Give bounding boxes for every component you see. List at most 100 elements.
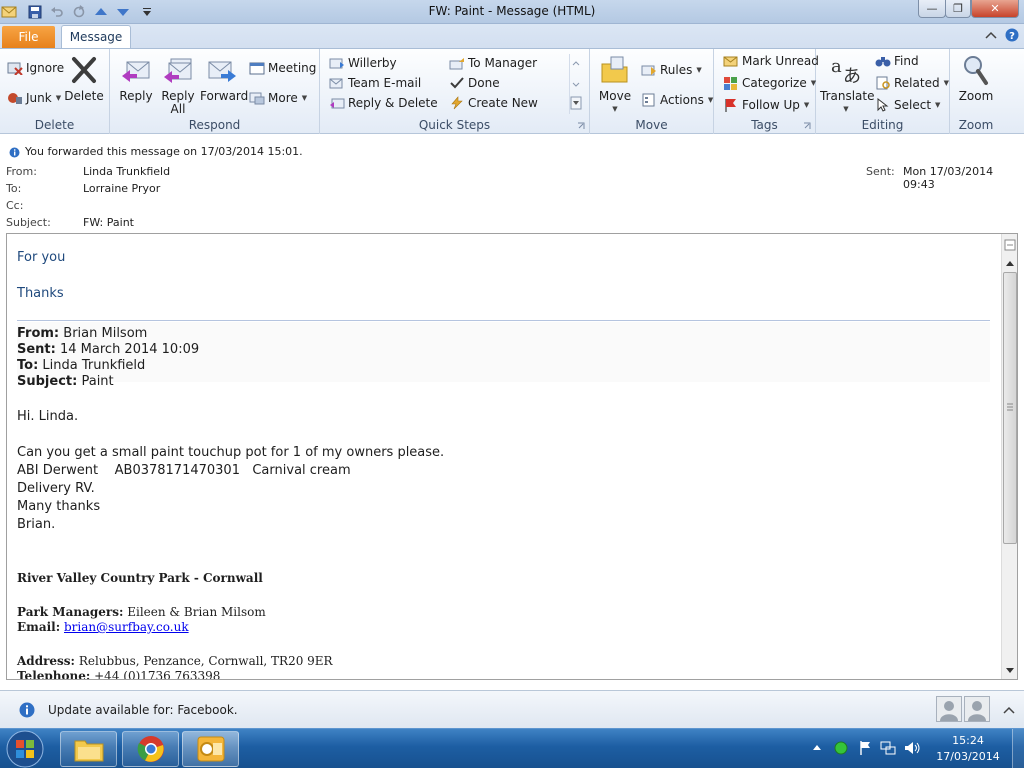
quickstep-to-manager[interactable]: To Manager	[448, 54, 537, 72]
info-icon	[9, 147, 20, 158]
contact-photo-placeholder[interactable]	[936, 696, 962, 722]
respond-group: Reply Reply All Forward Meeting More ▼ Re…	[110, 49, 320, 134]
action-center-flag-icon[interactable]	[858, 740, 872, 756]
delete-button[interactable]: Delete	[64, 53, 104, 103]
volume-icon[interactable]	[904, 740, 922, 756]
meeting-icon	[248, 60, 265, 76]
taskbar: 15:24 17/03/2014	[0, 728, 1024, 768]
update-notice[interactable]: Update available for: Facebook.	[48, 703, 238, 717]
translate-icon: aあ	[829, 53, 863, 87]
expand-people-pane-icon[interactable]	[1003, 705, 1015, 715]
related-button[interactable]: Related ▼	[874, 74, 949, 92]
show-desktop-button[interactable]	[1012, 729, 1024, 768]
scroll-up-arrow-icon[interactable]	[1003, 256, 1017, 270]
tab-message[interactable]: Message	[61, 25, 131, 49]
orig-to-line: To: Linda Trunkfield	[17, 358, 146, 373]
email-link[interactable]: brian@surfbay.co.uk	[64, 620, 189, 634]
signature-company: River Valley Country Park - Cornwall	[17, 571, 263, 585]
meeting-button[interactable]: Meeting	[248, 59, 316, 77]
reply-all-icon	[161, 53, 195, 87]
lightning-icon	[448, 95, 465, 111]
to-value[interactable]: Lorraine Pryor	[83, 182, 160, 195]
contact-photo-placeholder[interactable]	[964, 696, 990, 722]
status-green-icon[interactable]	[834, 741, 848, 755]
reply-button[interactable]: Reply	[116, 53, 156, 103]
mark-unread-icon	[722, 53, 739, 69]
svg-text:a: a	[831, 56, 842, 77]
minimize-button[interactable]: —	[918, 0, 946, 18]
dialog-launcher-icon[interactable]	[577, 122, 585, 130]
junk-button[interactable]: Junk ▼	[6, 89, 61, 107]
actions-button[interactable]: Actions ▼	[640, 91, 713, 109]
taskbar-outlook[interactable]	[182, 731, 239, 767]
taskbar-chrome[interactable]	[122, 731, 179, 767]
move-folder-icon	[598, 53, 632, 87]
forwarded-info-bar: You forwarded this message on 17/03/2014…	[25, 145, 303, 158]
ignore-icon	[6, 60, 23, 76]
reply-all-button[interactable]: Reply All	[158, 53, 198, 116]
checkmark-icon	[448, 75, 465, 91]
show-hidden-icons-icon[interactable]	[812, 743, 822, 751]
message-header: You forwarded this message on 17/03/2014…	[0, 135, 1024, 231]
follow-up-button[interactable]: Follow Up ▼	[722, 96, 809, 114]
from-value[interactable]: Linda Trunkfield	[83, 165, 170, 178]
move-button[interactable]: Move ▼	[596, 53, 634, 116]
ignore-button[interactable]: Ignore	[6, 59, 64, 77]
tags-dialog-launcher-icon[interactable]	[803, 122, 811, 130]
tags-group: Mark Unread Categorize ▼ Follow Up ▼ Tags	[714, 49, 819, 134]
forward-separator	[17, 320, 990, 321]
editing-group-label: Editing	[861, 118, 904, 132]
quick-steps-group-label: Quick Steps	[418, 118, 491, 132]
categorize-icon	[722, 75, 739, 91]
subject-label: Subject:	[6, 216, 51, 229]
delete-group-label: Delete	[34, 118, 75, 132]
quickstep-willerby[interactable]: Willerby	[328, 54, 397, 72]
network-icon[interactable]	[880, 740, 896, 756]
forward-mail-icon	[328, 55, 345, 71]
window-title: FW: Paint - Message (HTML)	[428, 4, 596, 18]
taskbar-explorer[interactable]	[60, 731, 117, 767]
close-button[interactable]: ✕	[971, 0, 1019, 18]
tab-file[interactable]: File	[2, 26, 55, 48]
more-respond-button[interactable]: More ▼	[248, 89, 307, 107]
forward-button[interactable]: Forward	[200, 53, 248, 103]
quickstep-reply-delete[interactable]: Reply & Delete	[328, 94, 438, 112]
scroll-thumb[interactable]	[1003, 272, 1017, 544]
categorize-button[interactable]: Categorize ▼	[722, 74, 816, 92]
quickstep-create-new[interactable]: Create New	[448, 94, 538, 112]
body-line: Can you get a small paint touchup pot fo…	[17, 445, 445, 460]
subject-value: FW: Paint	[83, 216, 134, 229]
chrome-icon	[137, 736, 164, 762]
clock[interactable]: 15:24 17/03/2014	[930, 733, 1006, 765]
help-icon[interactable]: ?	[1005, 28, 1019, 42]
rules-button[interactable]: Rules ▼	[640, 61, 702, 79]
select-button[interactable]: Select ▼	[874, 96, 940, 114]
delete-x-icon	[67, 53, 101, 87]
quick-steps-scroll[interactable]	[569, 54, 582, 114]
more-icon	[248, 90, 265, 106]
body-line: Hi. Linda.	[17, 409, 79, 424]
zoom-group-label: Zoom	[958, 118, 994, 132]
ribbon: Ignore Junk ▼ Delete Delete Reply Reply A…	[0, 48, 1024, 134]
message-body[interactable]: For you Thanks From: Brian Milsom Sent: …	[6, 233, 1018, 680]
scroll-down-arrow-icon[interactable]	[1003, 664, 1017, 678]
split-icon[interactable]	[1003, 238, 1017, 252]
quick-steps-group: Willerby To Manager Team E-mail Done Rep…	[320, 49, 590, 134]
minimize-ribbon-icon[interactable]	[985, 30, 997, 40]
find-button[interactable]: Find	[874, 52, 919, 70]
body-line: Brian.	[17, 517, 56, 532]
related-icon	[874, 75, 891, 91]
vertical-scrollbar[interactable]	[1001, 234, 1017, 679]
quickstep-done[interactable]: Done	[448, 74, 500, 92]
move-group-label: Move	[635, 118, 668, 132]
start-button[interactable]	[4, 729, 46, 768]
mark-unread-button[interactable]: Mark Unread	[722, 52, 819, 70]
translate-button[interactable]: aあ Translate ▼	[820, 53, 875, 116]
forward-icon	[205, 53, 239, 87]
translate-dropdown-icon: ▼	[843, 105, 849, 113]
people-pane: Update available for: Facebook.	[0, 690, 1024, 728]
quickstep-team-email[interactable]: Team E-mail	[328, 74, 421, 92]
zoom-button[interactable]: Zoom	[956, 53, 996, 103]
editing-group: aあ Translate ▼ Find Related ▼ Select ▼ Edi…	[816, 49, 950, 134]
maximize-button[interactable]: ❐	[945, 0, 971, 18]
